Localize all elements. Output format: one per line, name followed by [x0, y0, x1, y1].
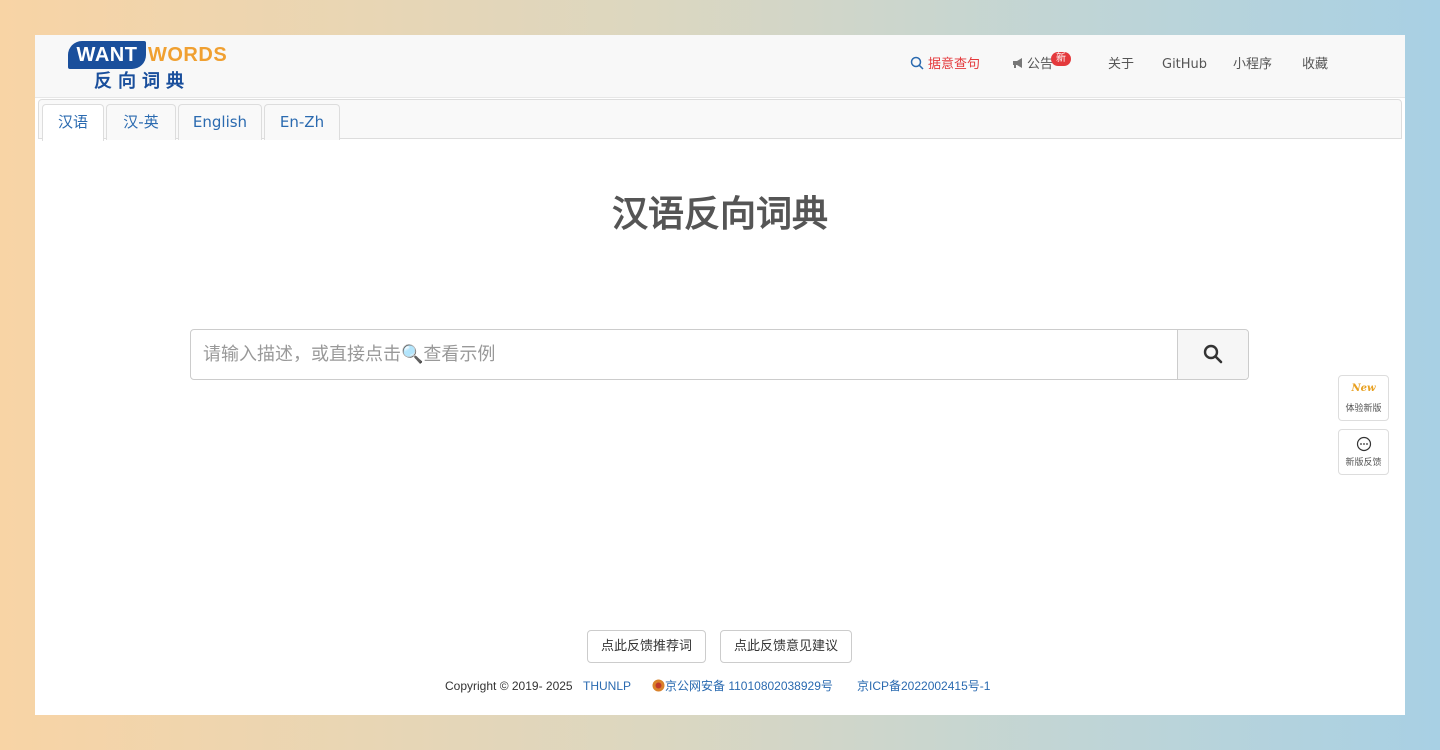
tab-english[interactable]: English [178, 104, 262, 140]
language-tabs: 汉语 汉-英 English En-Zh [38, 99, 1402, 141]
nav-miniprogram[interactable]: 小程序 [1233, 56, 1272, 74]
nav-github[interactable]: GitHub [1162, 56, 1207, 74]
wantwords-logo[interactable]: WANT WORDS 反向词典 [68, 39, 228, 95]
app-window: WANT WORDS 反向词典 据意查句 公告 新 关于 GitHub 小程序 … [35, 35, 1405, 715]
logo-cn: 反向词典 [94, 71, 190, 92]
new-feedback-button[interactable]: 新版反馈 [1338, 429, 1389, 475]
search-input[interactable] [191, 330, 1178, 379]
search-icon [910, 56, 924, 70]
tab-chinese[interactable]: 汉语 [42, 104, 104, 141]
icp-record-link[interactable]: 京ICP备2022002415号-1 [857, 678, 990, 694]
page-title: 汉语反向词典 [611, 194, 828, 235]
nav-about[interactable]: 关于 [1108, 56, 1134, 74]
nav-announcement[interactable]: 公告 新 [1011, 52, 1071, 74]
chat-bubble-icon [1356, 436, 1372, 452]
logo-want: WANT [68, 41, 146, 69]
nav-announcement-label: 公告 [1027, 57, 1054, 72]
police-badge-icon [652, 679, 665, 692]
new-mark: New [1351, 383, 1376, 394]
logo-words: WORDS [148, 44, 228, 66]
search-icon [1203, 344, 1223, 364]
megaphone-icon [1013, 58, 1022, 68]
navbar: WANT WORDS 反向词典 据意查句 公告 新 关于 GitHub 小程序 … [35, 35, 1405, 98]
feedback-new-label: 新版反馈 [1345, 458, 1382, 468]
police-record-text: 京公网安备 11010802038929号 [665, 679, 833, 693]
nav-favorite[interactable]: 收藏 [1302, 56, 1328, 74]
try-new-version-button[interactable]: New 体验新版 [1338, 375, 1389, 421]
feedback-recommend-word-button[interactable]: 点此反馈推荐词 [587, 630, 706, 663]
search-box [190, 329, 1249, 380]
police-record-link[interactable]: 京公网安备 11010802038929号 [652, 678, 833, 694]
copyright-text: Copyright © 2019- 2025 [445, 679, 573, 693]
thunlp-link[interactable]: THUNLP [583, 678, 631, 694]
feedback-suggestion-button[interactable]: 点此反馈意见建议 [720, 630, 852, 663]
try-new-label: 体验新版 [1345, 404, 1382, 414]
nav-search-sentence[interactable]: 据意查句 [910, 56, 980, 74]
tab-english-chinese[interactable]: En-Zh [264, 104, 340, 140]
new-badge: 新 [1051, 52, 1071, 66]
nav-search-label: 据意查句 [928, 57, 981, 72]
search-button[interactable] [1177, 330, 1248, 379]
tab-chinese-english[interactable]: 汉-英 [106, 104, 176, 140]
